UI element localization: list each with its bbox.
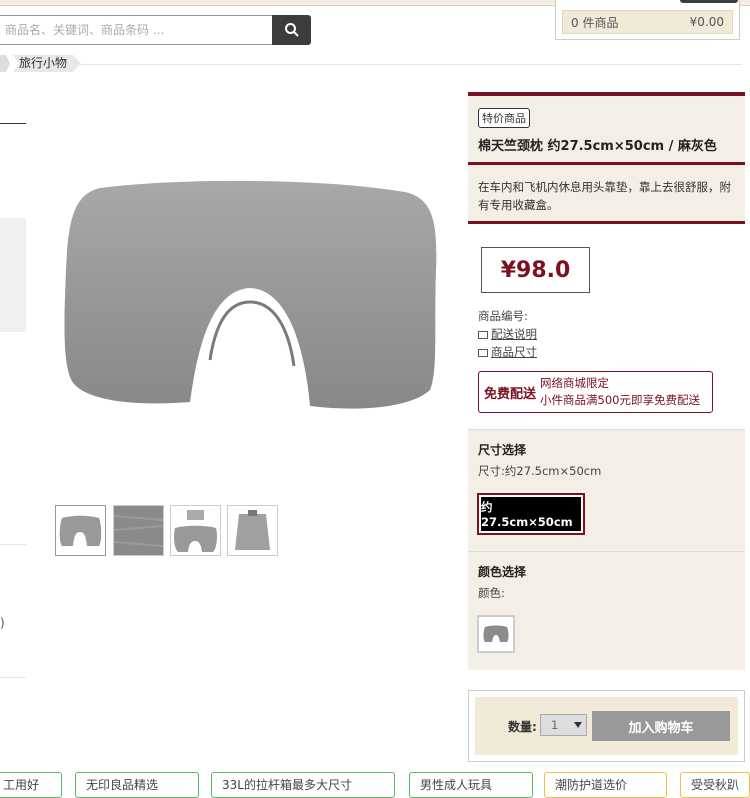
related-tag[interactable]: 潮防护道选价 xyxy=(544,772,667,798)
size-section-text: 尺寸:约27.5cm×50cm xyxy=(478,464,602,478)
related-tag[interactable]: 无印良品精选 xyxy=(75,772,199,798)
search-button[interactable] xyxy=(272,15,311,45)
thumbnail-1[interactable] xyxy=(55,505,106,556)
sale-badge: 特价商品 xyxy=(478,108,530,128)
cart-tab[interactable] xyxy=(680,0,738,3)
add-to-cart-button[interactable]: 加入购物车 xyxy=(592,711,730,741)
size-section-heading: 尺寸选择 xyxy=(478,443,527,457)
section-divider xyxy=(468,551,745,552)
quantity-select[interactable]: 1 xyxy=(540,714,587,736)
cart-summary: 0 件商品 ¥0.00 xyxy=(562,10,733,34)
free-shipping-banner: 免费配送 网络商城限定 小件商品满500元即享免费配送 xyxy=(478,371,713,413)
free-shipping-line2: 小件商品满500元即享免费配送 xyxy=(540,393,700,407)
left-column-text: ) xyxy=(0,616,5,630)
left-column-divider xyxy=(0,677,26,678)
mini-cart[interactable]: 0 件商品 ¥0.00 xyxy=(555,0,740,40)
popup-icon xyxy=(478,348,488,357)
quantity-label: 数量: xyxy=(508,720,537,734)
related-tag[interactable]: 工用好 xyxy=(0,772,62,798)
search-icon xyxy=(284,23,299,37)
shipping-info-link[interactable]: 配送说明 xyxy=(478,326,537,342)
search-input[interactable]: 商品名、关键词、商品条码 ... xyxy=(0,15,273,45)
product-title: 棉天竺颈枕 约27.5cm×50cm / 麻灰色 xyxy=(478,139,717,154)
panel-divider xyxy=(468,162,745,165)
quantity-value: 1 xyxy=(551,718,559,732)
breadcrumb-prev[interactable] xyxy=(0,55,10,72)
left-column-underline xyxy=(0,123,26,124)
size-option-label: 约27.5cm×50cm xyxy=(481,497,581,531)
thumbnail-3[interactable] xyxy=(170,505,221,556)
related-tag[interactable]: 受受秋趴 xyxy=(680,772,750,798)
purchase-box: 数量: 1 加入购物车 xyxy=(468,690,745,762)
left-column-block xyxy=(0,218,26,332)
chevron-down-icon xyxy=(574,722,582,728)
product-main-image[interactable] xyxy=(60,180,442,420)
divider xyxy=(80,64,742,65)
related-tag[interactable]: 33L的拉杆箱最多大尺寸 xyxy=(211,772,395,798)
product-price: ¥98.0 xyxy=(481,247,590,293)
product-info-panel: 特价商品 棉天竺颈枕 约27.5cm×50cm / 麻灰色 在车内和飞机内休息用… xyxy=(468,92,745,670)
free-shipping-title: 免费配送 xyxy=(484,386,537,402)
popup-icon xyxy=(478,330,488,339)
cart-count: 0 件商品 xyxy=(571,15,619,30)
panel-top-bar xyxy=(468,92,745,96)
cart-total: ¥0.00 xyxy=(689,15,724,29)
thumbnail-4[interactable] xyxy=(227,505,278,556)
free-shipping-line1: 网络商城限定 xyxy=(540,376,610,390)
related-tag[interactable]: 男性成人玩具 xyxy=(409,772,533,798)
thumbnail-2[interactable] xyxy=(113,505,164,556)
color-swatch-gray[interactable] xyxy=(477,615,515,653)
product-code-label: 商品编号: xyxy=(478,309,528,323)
size-option-button[interactable]: 约27.5cm×50cm xyxy=(477,493,585,535)
product-description: 在车内和飞机内休息用头靠垫，靠上去很舒服，附有专用收藏盒。 xyxy=(478,180,731,212)
left-column-divider xyxy=(0,544,26,545)
breadcrumb-item[interactable]: 旅行小物 xyxy=(13,55,81,72)
section-divider xyxy=(468,429,745,430)
product-size-link[interactable]: 商品尺寸 xyxy=(478,344,537,360)
color-section-heading: 颜色选择 xyxy=(478,565,527,579)
color-section-text: 颜色: xyxy=(478,586,505,600)
